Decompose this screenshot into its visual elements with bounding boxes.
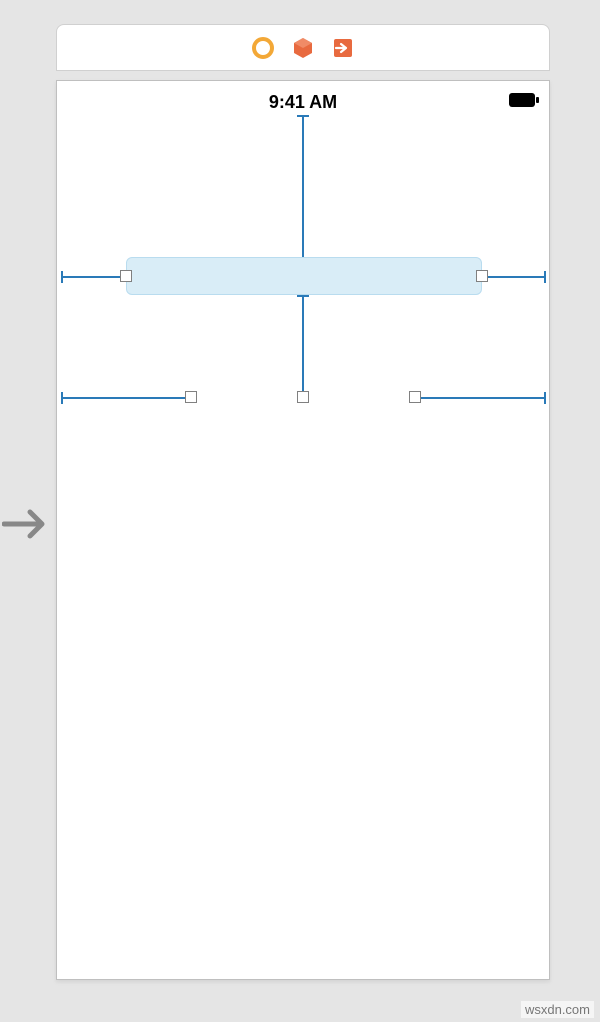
- constraint-guide-top[interactable]: [302, 115, 304, 259]
- constraint-guide-trailing-1[interactable]: [482, 276, 546, 278]
- uitextfield[interactable]: [126, 257, 482, 295]
- status-bar: 9:41 AM: [57, 91, 549, 113]
- storyboard-entry-arrow-icon[interactable]: [2, 504, 52, 544]
- battery-icon: [509, 93, 539, 107]
- attribution-watermark: wsxdn.com: [521, 1001, 594, 1018]
- selection-handle[interactable]: [409, 391, 421, 403]
- view-controller-scene[interactable]: 9:41 AM: [56, 80, 550, 980]
- constraint-cap: [297, 115, 309, 117]
- object-library-icon[interactable]: [292, 37, 314, 59]
- constraint-cap: [544, 392, 546, 404]
- selection-handle[interactable]: [185, 391, 197, 403]
- constraint-guide-trailing-2[interactable]: [415, 397, 546, 399]
- status-time: 9:41 AM: [269, 92, 337, 113]
- selection-handle[interactable]: [297, 391, 309, 403]
- scene-toolbar: [56, 24, 550, 71]
- constraint-guide-leading-2[interactable]: [61, 397, 189, 399]
- constraint-guide-vertical-spacing[interactable]: [302, 295, 304, 391]
- constraint-cap: [61, 271, 63, 283]
- constraint-cap: [297, 295, 309, 297]
- identity-inspector-icon[interactable]: [252, 37, 274, 59]
- storyboard-canvas[interactable]: 9:41 AM: [48, 0, 600, 995]
- constraint-guide-leading-1[interactable]: [61, 276, 126, 278]
- exit-segue-icon[interactable]: [332, 37, 354, 59]
- selection-handle[interactable]: [476, 270, 488, 282]
- selection-handle[interactable]: [120, 270, 132, 282]
- constraint-cap: [544, 271, 546, 283]
- constraint-cap: [61, 392, 63, 404]
